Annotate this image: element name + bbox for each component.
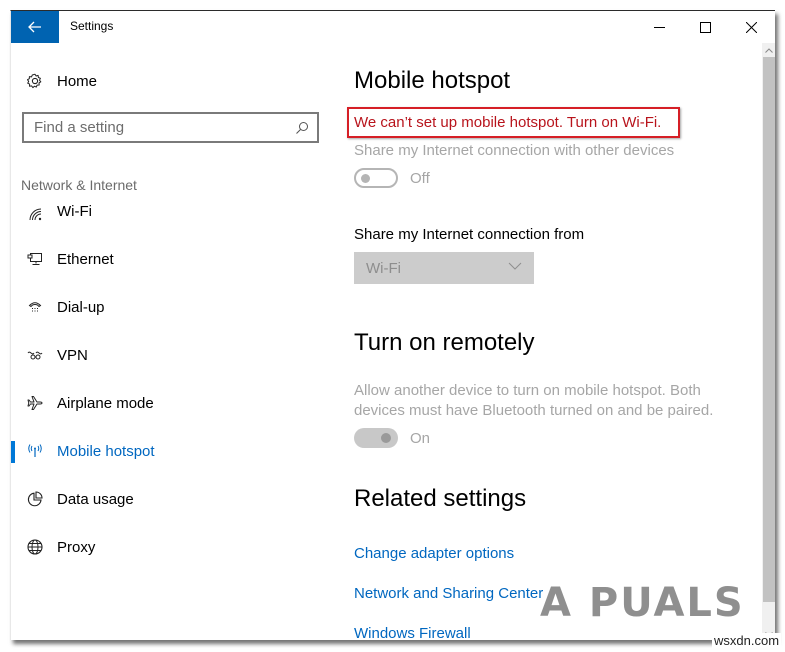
close-button[interactable] (728, 11, 774, 43)
share-toggle-state: Off (410, 170, 430, 187)
wifi-icon (26, 205, 44, 223)
section-label: Network & Internet (21, 177, 137, 193)
hotspot-icon (26, 442, 44, 460)
page-title: Mobile hotspot (354, 67, 511, 94)
change-adapter-options-link[interactable]: Change adapter options (354, 545, 514, 562)
error-message: We can’t set up mobile hotspot. Turn on … (354, 114, 662, 131)
remote-toggle[interactable] (354, 428, 398, 448)
sidebar-item-dialup[interactable]: Dial-up (11, 287, 341, 327)
sidebar-item-label: Proxy (57, 538, 96, 556)
remote-toggle-state: On (410, 430, 431, 447)
site-watermark: wsxdn.com (712, 633, 782, 648)
related-settings-title: Related settings (354, 485, 527, 512)
chevron-down-icon (508, 262, 522, 270)
gear-icon (27, 73, 42, 89)
maximize-icon (699, 21, 711, 33)
scroll-thumb[interactable] (763, 57, 775, 602)
sidebar-item-airplane-mode[interactable]: Airplane mode (11, 383, 341, 423)
sidebar-item-label: Mobile hotspot (57, 442, 155, 460)
toggle-knob (361, 174, 370, 183)
toggle-knob (381, 433, 391, 443)
watermark-text: A PUALS (540, 580, 745, 626)
back-button[interactable] (11, 11, 59, 43)
sidebar: Home Network & Internet Wi-Fi Ethernet (11, 43, 341, 640)
title-bar: Settings (11, 11, 775, 43)
main-content: Mobile hotspot We can’t set up mobile ho… (347, 43, 754, 640)
dialup-icon (26, 298, 44, 316)
share-connection-toggle[interactable] (354, 168, 398, 188)
search-input[interactable] (34, 119, 295, 136)
remote-section-title: Turn on remotely (354, 329, 535, 356)
sidebar-item-label: Airplane mode (57, 394, 154, 412)
windows-firewall-link[interactable]: Windows Firewall (354, 625, 471, 640)
sidebar-item-mobile-hotspot[interactable]: Mobile hotspot (11, 431, 341, 471)
network-sharing-center-link[interactable]: Network and Sharing Center (354, 585, 543, 602)
sidebar-item-wifi[interactable]: Wi-Fi (11, 203, 341, 225)
share-connection-label: Share my Internet connection with other … (354, 142, 675, 159)
share-from-dropdown[interactable]: Wi-Fi (354, 252, 534, 284)
home-link[interactable]: Home (27, 69, 97, 93)
minimize-button[interactable] (636, 11, 682, 43)
minimize-icon (653, 26, 665, 28)
sidebar-item-label: Dial-up (57, 298, 105, 316)
data-usage-icon (26, 490, 44, 508)
remote-description: Allow another device to turn on mobile h… (354, 382, 714, 419)
search-icon[interactable] (295, 121, 309, 135)
globe-icon (26, 538, 44, 556)
share-from-label: Share my Internet connection from (354, 226, 585, 243)
close-icon (745, 21, 757, 33)
search-box[interactable] (22, 112, 319, 143)
chevron-up-icon (765, 47, 773, 53)
sidebar-item-ethernet[interactable]: Ethernet (11, 239, 341, 279)
scroll-up-button[interactable] (762, 43, 775, 57)
home-label: Home (57, 72, 98, 90)
maximize-button[interactable] (682, 11, 728, 43)
app-title: Settings (70, 19, 114, 33)
sidebar-item-label: Wi-Fi (57, 203, 92, 220)
sidebar-item-proxy[interactable]: Proxy (11, 527, 341, 567)
appuals-watermark: A PUALS (540, 578, 745, 628)
sidebar-item-label: VPN (57, 346, 88, 364)
dropdown-value: Wi-Fi (366, 259, 401, 277)
vpn-icon (26, 346, 44, 364)
vertical-scrollbar[interactable] (762, 43, 775, 640)
sidebar-item-label: Ethernet (57, 250, 114, 268)
sidebar-item-data-usage[interactable]: Data usage (11, 479, 341, 519)
arrow-left-icon (28, 21, 41, 33)
settings-window: Settings Home Network & Internet (10, 10, 775, 640)
ethernet-icon (26, 250, 44, 268)
airplane-icon (26, 394, 44, 412)
sidebar-item-label: Data usage (57, 490, 134, 508)
sidebar-item-vpn[interactable]: VPN (11, 335, 341, 375)
